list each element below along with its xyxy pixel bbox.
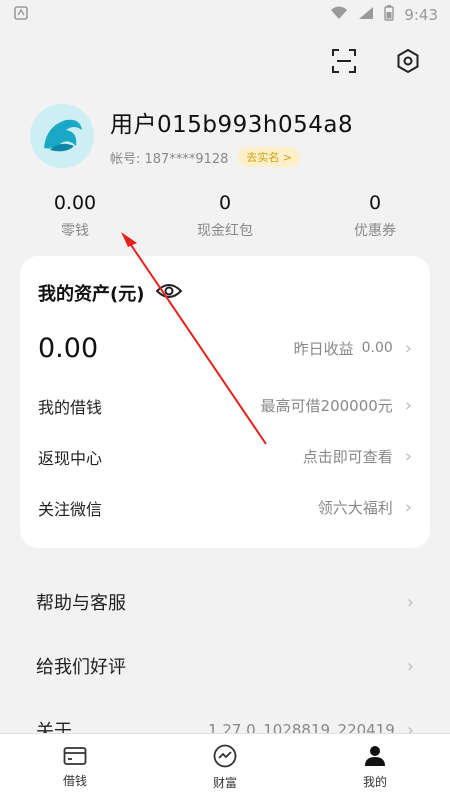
person-icon [365,745,385,766]
row-value: 点击即可查看 [302,448,393,466]
scan-icon[interactable] [330,47,358,75]
tab-mine[interactable]: 我的 [300,734,450,800]
menu-label: 帮助与客服 [36,593,126,614]
assets-row-wechat[interactable]: 关注微信 领六大福利 › [38,482,412,533]
yesterday-earnings-label: 昨日收益 [293,339,354,358]
battery-icon [384,5,395,25]
row-label: 返现中心 [38,448,103,468]
balance-row[interactable]: 0.00 昨日收益 0.00 › [38,330,412,366]
menu-item-help[interactable]: 帮助与客服 › [0,570,450,634]
stat-label: 零钱 [61,223,89,239]
assets-card: 我的资产(元) 0.00 昨日收益 0.00 › 我的借钱 最高可借200000… [20,256,430,548]
wifi-icon [330,6,348,24]
card-icon [63,746,87,765]
stats-row: 0.00 零钱 0 现金红包 0 优惠券 [0,192,450,240]
assets-row-cashback[interactable]: 返现中心 点击即可查看 › [38,431,412,482]
avatar[interactable] [30,104,94,168]
yesterday-earnings-value: 0.00 [361,340,393,356]
status-time: 9:43 [404,6,438,24]
stat-label: 现金红包 [197,223,253,239]
settings-icon[interactable] [394,47,422,75]
chevron-right-icon: › [406,655,414,677]
stat-cash-redpacket[interactable]: 0 现金红包 [150,192,300,240]
bottom-tab-bar: 借钱 财富 我的 [0,733,450,800]
chevron-right-icon: › [404,446,412,467]
stat-change[interactable]: 0.00 零钱 [0,192,150,240]
row-label: 我的借钱 [38,397,103,417]
stat-value: 0.00 [53,192,97,214]
status-bar: 9:43 [0,0,450,30]
tab-loan[interactable]: 借钱 [0,734,150,800]
wealth-icon [213,744,237,767]
notification-icon [14,6,28,24]
menu-label: 给我们好评 [36,657,126,678]
chevron-right-icon: › [404,337,412,359]
stat-value: 0 [368,192,382,214]
chevron-right-icon: › [404,497,412,518]
username: 用户015b993h054a8 [110,112,354,138]
tab-label: 财富 [212,775,237,790]
top-bar [0,30,450,92]
verify-badge[interactable]: 去实名 > [238,147,301,167]
chevron-right-icon: › [404,395,412,416]
tab-wealth[interactable]: 财富 [150,734,300,800]
row-value: 领六大福利 [317,499,393,517]
signal-icon [358,6,374,24]
stat-value: 0 [218,192,232,214]
tab-label: 我的 [362,774,387,789]
asset-balance: 0.00 [38,332,99,364]
eye-icon[interactable] [156,282,183,305]
stat-coupons[interactable]: 0 优惠券 [300,192,450,240]
assets-title: 我的资产(元) [38,284,145,305]
stat-label: 优惠券 [354,223,396,239]
profile-header[interactable]: 用户015b993h054a8 帐号: 187****9128 去实名 > [0,92,450,168]
row-label: 关注微信 [38,499,103,519]
assets-row-loan[interactable]: 我的借钱 最高可借200000元 › [38,380,412,431]
row-value: 最高可借200000元 [260,397,393,415]
menu-item-rate[interactable]: 给我们好评 › [0,634,450,698]
account-number: 帐号: 187****9128 [110,151,229,167]
chevron-right-icon: › [406,591,414,613]
tab-label: 借钱 [62,773,87,788]
